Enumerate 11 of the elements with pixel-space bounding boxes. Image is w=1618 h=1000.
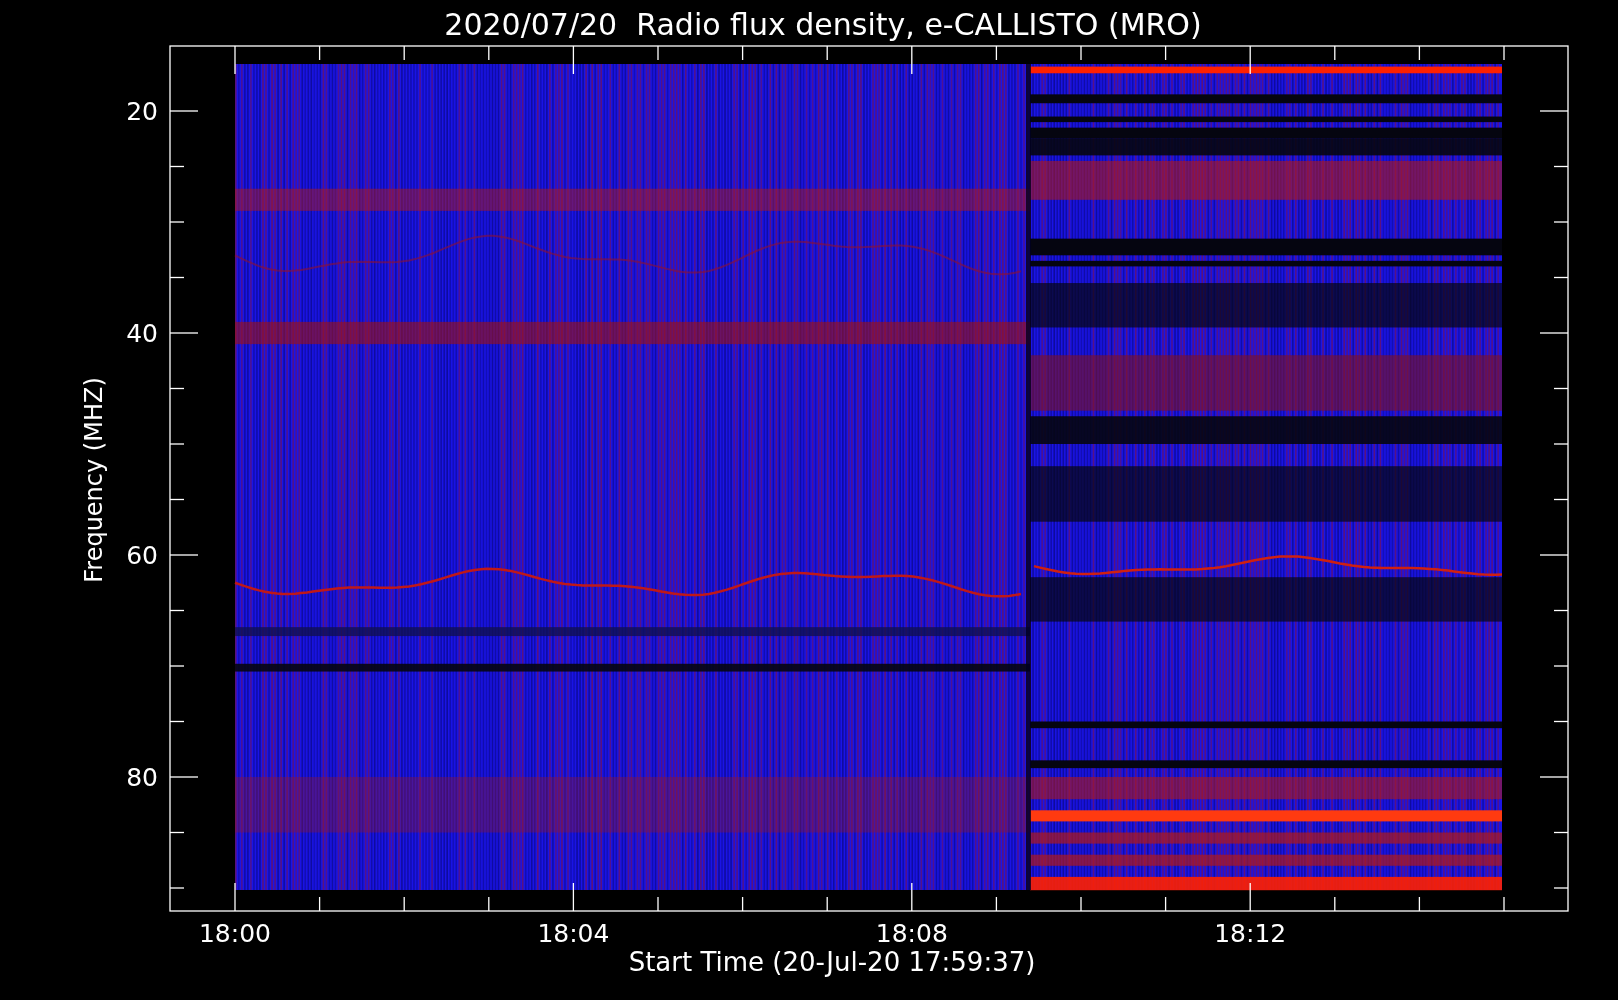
tick-label: 18:00 (199, 919, 271, 946)
tick-label: 18:04 (537, 919, 610, 946)
tick-label: 18:08 (875, 919, 948, 946)
axis-title: Frequency (MHZ) (80, 377, 108, 583)
tick-label: 60 (126, 541, 158, 570)
tick-label: 80 (126, 763, 158, 792)
tick-label: 40 (126, 319, 158, 348)
axis-title: Start Time (20-Jul-20 17:59:37) (628, 946, 1036, 978)
tick-label: 20 (126, 97, 158, 126)
tick-label: 18:12 (1214, 919, 1287, 946)
plot-title: 2020/07/20 Radio flux density, e-CALLISTO (MRO) (443, 6, 1202, 44)
